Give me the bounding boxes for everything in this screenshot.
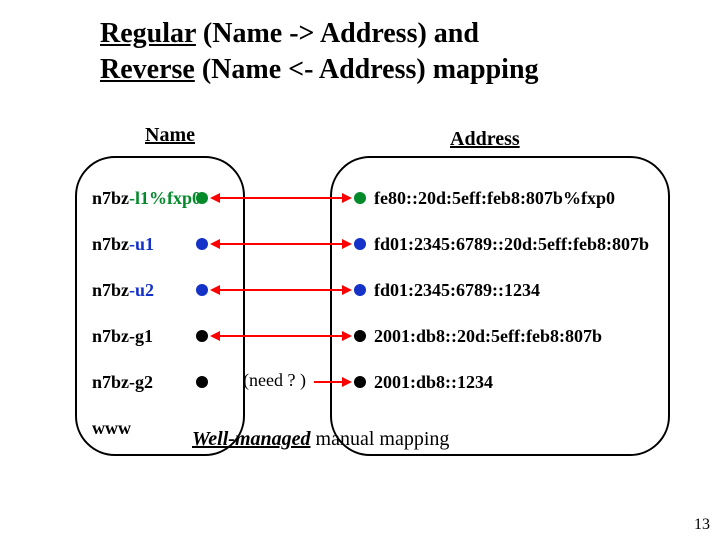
address-label: fe80::20d:5eff:feb8:807b%fxp0: [374, 188, 615, 209]
address-label: fd01:2345:6789::20d:5eff:feb8:807b: [374, 234, 649, 255]
caption-wm: Well-managed: [192, 428, 311, 450]
address-label: fd01:2345:6789::1234: [374, 280, 540, 301]
title-seg1: Regular: [100, 18, 196, 49]
mapping-row: n7bz-u2 fd01:2345:6789::1234: [0, 276, 720, 304]
slide: Regular (Name -> Address) and Reverse (N…: [0, 0, 720, 540]
mapping-row: n7bz-l1%fxp0 fe80::20d:5eff:feb8:807b%fx…: [0, 184, 720, 212]
name-label: n7bz-u2: [92, 280, 154, 301]
name-label: n7bz-l1%fxp0: [92, 188, 201, 209]
dot-icon: [196, 330, 208, 342]
caption: Well-managed manual mapping: [192, 428, 449, 451]
title-seg2: (Name -> Address) and: [196, 18, 479, 49]
dot-icon: [196, 284, 208, 296]
dot-icon: [354, 376, 366, 388]
dot-icon: [354, 330, 366, 342]
mapping-row: n7bz-g1 2001:db8::20d:5eff:feb8:807b: [0, 322, 720, 350]
need-label: (need ? ): [243, 370, 306, 391]
mapping-row: n7bz-g2 2001:db8::1234: [0, 368, 720, 396]
dot-icon: [196, 238, 208, 250]
dot-icon: [354, 238, 366, 250]
dot-icon: [354, 284, 366, 296]
address-label: 2001:db8::20d:5eff:feb8:807b: [374, 326, 602, 347]
dot-icon: [354, 192, 366, 204]
address-label: 2001:db8::1234: [374, 372, 493, 393]
title-seg4: (Name <- Address) mapping: [195, 54, 539, 85]
page-number: 13: [694, 516, 710, 534]
dot-icon: [196, 376, 208, 388]
title: Regular (Name -> Address) and Reverse (N…: [100, 16, 539, 89]
title-seg3: Reverse: [100, 54, 195, 85]
name-label: n7bz-u1: [92, 234, 154, 255]
www-label: www: [92, 418, 131, 439]
header-name: Name: [145, 124, 195, 147]
header-address: Address: [450, 128, 520, 151]
caption-rest: manual mapping: [311, 428, 450, 450]
name-label: n7bz-g2: [92, 372, 153, 393]
dot-icon: [196, 192, 208, 204]
mapping-row: n7bz-u1 fd01:2345:6789::20d:5eff:feb8:80…: [0, 230, 720, 258]
name-label: n7bz-g1: [92, 326, 153, 347]
